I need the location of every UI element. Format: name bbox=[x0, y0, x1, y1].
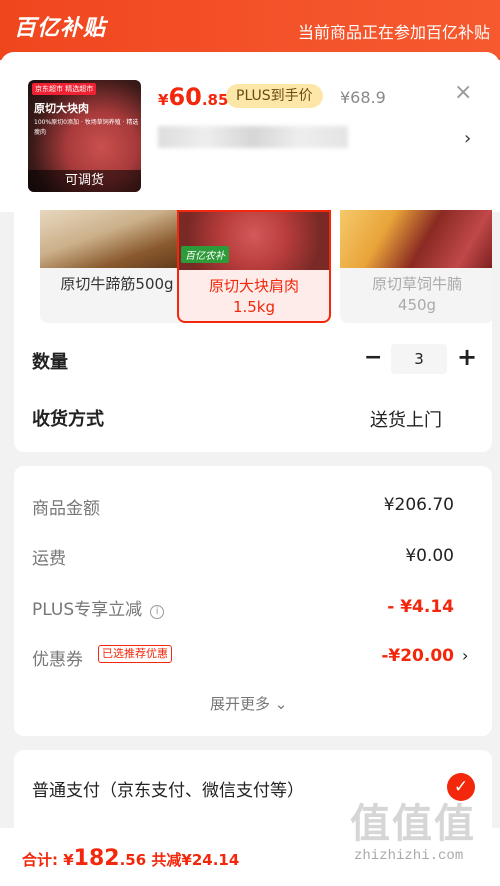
variant-label: 原切牛蹄筋500g bbox=[60, 275, 174, 293]
delivery-label: 收货方式 bbox=[32, 409, 104, 430]
goods-amount-label: 商品金额 bbox=[32, 499, 100, 519]
goods-amount-value: ¥206.70 bbox=[383, 495, 454, 515]
price: ¥60.85 bbox=[158, 83, 228, 111]
quantity-label: 数量 bbox=[32, 352, 68, 373]
payment-method-label[interactable]: 普通支付（京东支付、微信支付等） bbox=[32, 776, 304, 801]
thumb-title: 原切大块肉 bbox=[34, 102, 89, 115]
order-total: 合计: ¥182.56 共减¥24.14 bbox=[22, 846, 239, 871]
product-name-blurred bbox=[158, 126, 348, 148]
variant-image bbox=[340, 210, 492, 268]
brand-logo: 百亿补贴 bbox=[14, 16, 107, 41]
watermark-logo: 值值值 bbox=[350, 801, 476, 847]
promo-text: 当前商品正在参加百亿补贴 bbox=[297, 23, 490, 42]
adjustable-label: 可调货 bbox=[28, 170, 141, 192]
chevron-right-icon[interactable]: › bbox=[462, 646, 468, 665]
plus-discount-value: - ¥4.14 bbox=[387, 597, 454, 617]
price-decimal: .85 bbox=[201, 91, 229, 109]
quantity-plus-button[interactable]: + bbox=[457, 343, 477, 371]
watermark-text: zhizhizhi.com bbox=[354, 848, 464, 864]
variant-option[interactable]: 原切牛蹄筋500g bbox=[40, 210, 194, 323]
thumb-badge: 京东超市 精选超市 bbox=[32, 83, 97, 95]
variant-option-selected[interactable]: 百亿农补 原切大块肩肉 1.5kg bbox=[177, 210, 331, 323]
variant-selector: 原切牛蹄筋500g 百亿农补 原切大块肩肉 1.5kg 原切草饲牛腩 450g bbox=[14, 210, 492, 330]
shipping-label: 运费 bbox=[32, 549, 66, 569]
total-integer: 182 bbox=[73, 846, 120, 871]
close-icon[interactable]: × bbox=[454, 80, 472, 105]
check-icon[interactable]: ✓ bbox=[447, 773, 475, 801]
expand-more-button[interactable]: 展开更多 ⌄ bbox=[210, 693, 287, 714]
delivery-method[interactable]: 送货上门 bbox=[370, 406, 442, 432]
total-label: 合计: ¥ bbox=[22, 851, 74, 869]
variant-badge: 百亿农补 bbox=[181, 246, 229, 263]
variant-label: 原切草饲牛腩 450g bbox=[371, 275, 462, 314]
product-thumbnail[interactable]: 京东超市 精选超市 原切大块肉 100%原切0添加 · 牧场草饲养殖 · 精选瘦… bbox=[28, 80, 141, 192]
quantity-minus-button[interactable]: − bbox=[364, 345, 382, 370]
price-integer: 60 bbox=[168, 83, 202, 111]
original-price: ¥68.9 bbox=[340, 88, 386, 107]
coupon-tag: 已选推荐优惠 bbox=[98, 645, 172, 663]
price-symbol: ¥ bbox=[158, 91, 169, 109]
chevron-right-icon[interactable]: › bbox=[464, 128, 471, 149]
thumb-points: 100%原切0添加 · 牧场草饲养殖 · 精选瘦肉 bbox=[34, 119, 139, 136]
header-bar: 百亿补贴 当前商品正在参加百亿补贴 bbox=[0, 0, 500, 60]
variant-label: 原切大块肩肉 1.5kg bbox=[208, 277, 299, 316]
quantity-input[interactable]: 3 bbox=[391, 344, 447, 374]
plus-discount-label: PLUS专享立减 i bbox=[32, 595, 165, 620]
total-saved: 共减¥24.14 bbox=[151, 851, 240, 869]
coupon-value[interactable]: -¥20.00 bbox=[381, 646, 454, 666]
variant-image bbox=[40, 210, 194, 268]
plus-discount-text: PLUS专享立减 bbox=[32, 600, 143, 620]
watermark: 值值值 zhizhizhi.com bbox=[350, 800, 490, 864]
plus-price-tag: PLUS到手价 bbox=[226, 84, 323, 108]
total-decimal: .56 bbox=[119, 851, 147, 869]
shipping-value: ¥0.00 bbox=[405, 546, 454, 566]
coupon-label: 优惠券 bbox=[32, 650, 83, 670]
info-icon[interactable]: i bbox=[150, 605, 165, 619]
variant-option-unavailable[interactable]: 原切草饲牛腩 450g bbox=[340, 210, 492, 323]
